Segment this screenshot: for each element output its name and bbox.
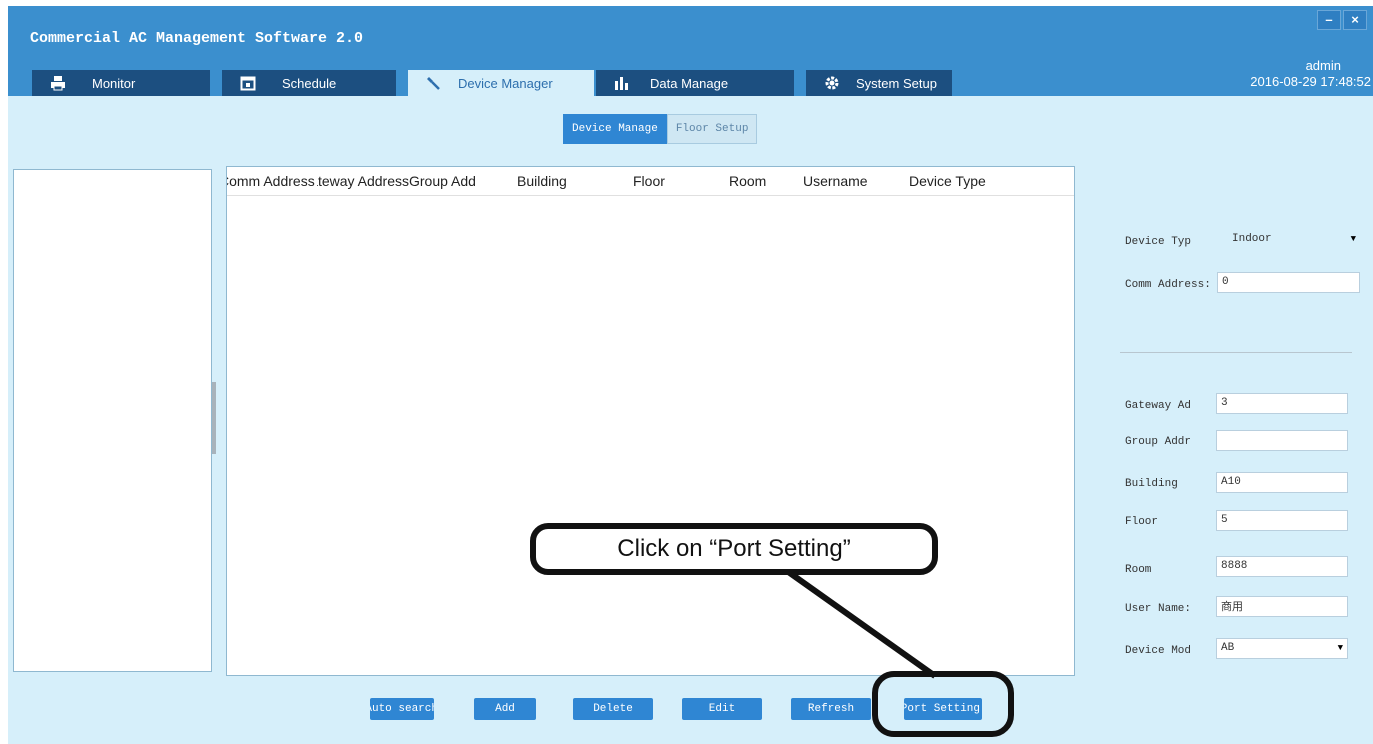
highlight-ring bbox=[872, 671, 1014, 737]
instruction-callout: Click on “Port Setting” bbox=[530, 523, 938, 575]
callout-pointer-line bbox=[778, 563, 937, 679]
